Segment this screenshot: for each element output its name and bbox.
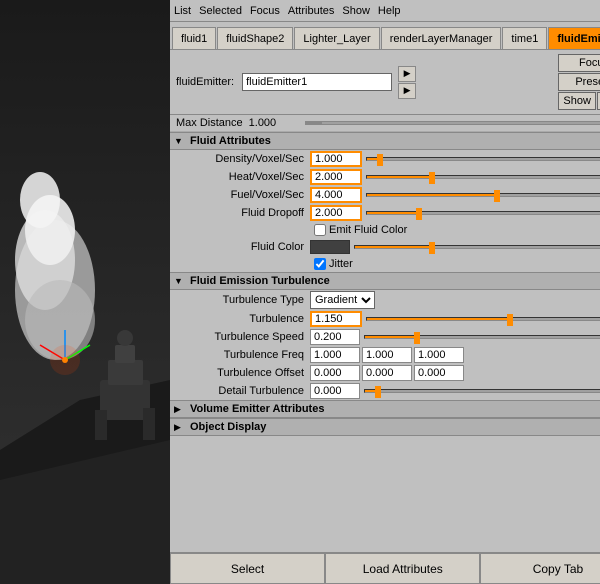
dropoff-label: Fluid Dropoff: [170, 207, 310, 219]
turbulence-input[interactable]: [310, 311, 362, 327]
density-label: Density/Voxel/Sec: [170, 153, 310, 165]
max-distance-value: 1.000: [249, 117, 299, 129]
turbulence-speed-row: Turbulence Speed: [170, 328, 600, 346]
menu-bar: List Selected Focus Attributes Show Help: [170, 0, 600, 22]
turbulence-header[interactable]: ▼ Fluid Emission Turbulence: [170, 272, 600, 290]
density-slider[interactable]: [362, 152, 600, 166]
heat-input[interactable]: [310, 169, 362, 185]
fuel-slider[interactable]: [362, 188, 600, 202]
fluid-color-swatch[interactable]: [310, 240, 350, 254]
max-distance-label: Max Distance: [176, 117, 243, 129]
attribute-editor-panel: List Selected Focus Attributes Show Help…: [170, 0, 600, 584]
heat-label: Heat/Voxel/Sec: [170, 171, 310, 183]
detail-turb-input[interactable]: [310, 383, 360, 399]
presets-button[interactable]: Presets: [558, 73, 600, 91]
turbulence-offset-row: Turbulence Offset: [170, 364, 600, 382]
fluid-attr-title: Fluid Attributes: [190, 135, 271, 147]
density-input[interactable]: [310, 151, 362, 167]
turbulence-freq-x[interactable]: [310, 347, 360, 363]
density-row: Density/Voxel/Sec: [170, 150, 600, 168]
emit-fluid-color-label: Emit Fluid Color: [329, 224, 407, 236]
turbulence-offset-y[interactable]: [362, 365, 412, 381]
dropoff-slider[interactable]: [362, 206, 600, 220]
tab-renderlayer[interactable]: renderLayerManager: [381, 27, 502, 49]
turbulence-freq-y[interactable]: [362, 347, 412, 363]
focus-button[interactable]: Focus: [558, 54, 600, 72]
jitter-row: Jitter: [170, 256, 600, 272]
menu-show[interactable]: Show: [342, 5, 370, 17]
turbulence-offset-label: Turbulence Offset: [170, 367, 310, 379]
volume-emitter-title: Volume Emitter Attributes: [190, 403, 324, 415]
menu-list[interactable]: List: [174, 5, 191, 17]
object-display-title: Object Display: [190, 421, 266, 433]
tab-fluidemitter1[interactable]: fluidEmitter1: [548, 27, 600, 49]
dropoff-row: Fluid Dropoff: [170, 204, 600, 222]
turbulence-type-label: Turbulence Type: [170, 294, 310, 306]
header-area: fluidEmitter: ▶ ▶ Focus Presets Show Hid…: [170, 50, 600, 115]
menu-help[interactable]: Help: [378, 5, 401, 17]
tab-fluid1[interactable]: fluid1: [172, 27, 216, 49]
jitter-label: Jitter: [329, 258, 353, 270]
show-button[interactable]: Show: [558, 92, 596, 110]
detail-turb-slider[interactable]: [360, 384, 600, 398]
object-display-arrow: ▶: [174, 422, 186, 433]
input-icon-bottom[interactable]: ▶: [398, 83, 416, 99]
fuel-label: Fuel/Voxel/Sec: [170, 189, 310, 201]
turbulence-type-select[interactable]: Gradient Random Perlin: [310, 291, 375, 309]
turbulence-val-row: Turbulence: [170, 310, 600, 328]
heat-slider[interactable]: [362, 170, 600, 184]
copy-tab-button[interactable]: Copy Tab: [480, 553, 600, 584]
input-icon-top[interactable]: ▶: [398, 66, 416, 82]
turbulence-freq-label: Turbulence Freq: [170, 349, 310, 361]
menu-focus[interactable]: Focus: [250, 5, 280, 17]
tab-bar: fluid1 fluidShape2 Lighter_Layer renderL…: [170, 22, 600, 50]
turbulence-speed-slider[interactable]: [360, 330, 600, 344]
max-distance-row: Max Distance 1.000: [170, 115, 600, 132]
tab-lighter-layer[interactable]: Lighter_Layer: [294, 27, 379, 49]
turbulence-title: Fluid Emission Turbulence: [190, 275, 330, 287]
load-attributes-button[interactable]: Load Attributes: [325, 553, 480, 584]
emit-fluid-color-row: Emit Fluid Color: [170, 222, 600, 238]
menu-selected[interactable]: Selected: [199, 5, 242, 17]
fluid-color-label: Fluid Color: [170, 241, 310, 253]
turbulence-arrow: ▼: [174, 276, 186, 286]
fluid-color-slider[interactable]: [350, 240, 600, 254]
volume-emitter-header[interactable]: ▶ Volume Emitter Attributes: [170, 400, 600, 418]
turbulence-speed-label: Turbulence Speed: [170, 331, 310, 343]
detail-turb-row: Detail Turbulence: [170, 382, 600, 400]
dropoff-input[interactable]: [310, 205, 362, 221]
fluid-attr-arrow: ▼: [174, 136, 186, 146]
tab-fluidshape2[interactable]: fluidShape2: [217, 27, 293, 49]
turbulence-type-row: Turbulence Type Gradient Random Perlin: [170, 290, 600, 310]
content-area: Max Distance 1.000 ▼ Fluid Attributes De…: [170, 115, 600, 552]
footer: Select Load Attributes Copy Tab: [170, 552, 600, 584]
fuel-row: Fuel/Voxel/Sec: [170, 186, 600, 204]
fluid-emitter-label: fluidEmitter:: [176, 76, 234, 88]
heat-row: Heat/Voxel/Sec: [170, 168, 600, 186]
turbulence-offset-z[interactable]: [414, 365, 464, 381]
turbulence-freq-row: Turbulence Freq: [170, 346, 600, 364]
volume-emitter-arrow: ▶: [174, 404, 186, 415]
fluid-color-row: Fluid Color: [170, 238, 600, 256]
turbulence-speed-input[interactable]: [310, 329, 360, 345]
fluid-emitter-input[interactable]: [242, 73, 392, 91]
object-display-header[interactable]: ▶ Object Display: [170, 418, 600, 436]
max-distance-slider[interactable]: [305, 121, 600, 125]
select-button[interactable]: Select: [170, 553, 325, 584]
jitter-checkbox[interactable]: [314, 258, 326, 270]
turbulence-val-label: Turbulence: [170, 313, 310, 325]
turbulence-offset-x[interactable]: [310, 365, 360, 381]
fuel-input[interactable]: [310, 187, 362, 203]
tab-time1[interactable]: time1: [502, 27, 547, 49]
emit-fluid-color-checkbox[interactable]: [314, 224, 326, 236]
viewport-panel: [0, 0, 170, 584]
menu-attributes[interactable]: Attributes: [288, 5, 334, 17]
turbulence-slider[interactable]: [362, 312, 600, 326]
detail-turb-label: Detail Turbulence: [170, 385, 310, 397]
fluid-attributes-header[interactable]: ▼ Fluid Attributes: [170, 132, 600, 150]
turbulence-freq-z[interactable]: [414, 347, 464, 363]
